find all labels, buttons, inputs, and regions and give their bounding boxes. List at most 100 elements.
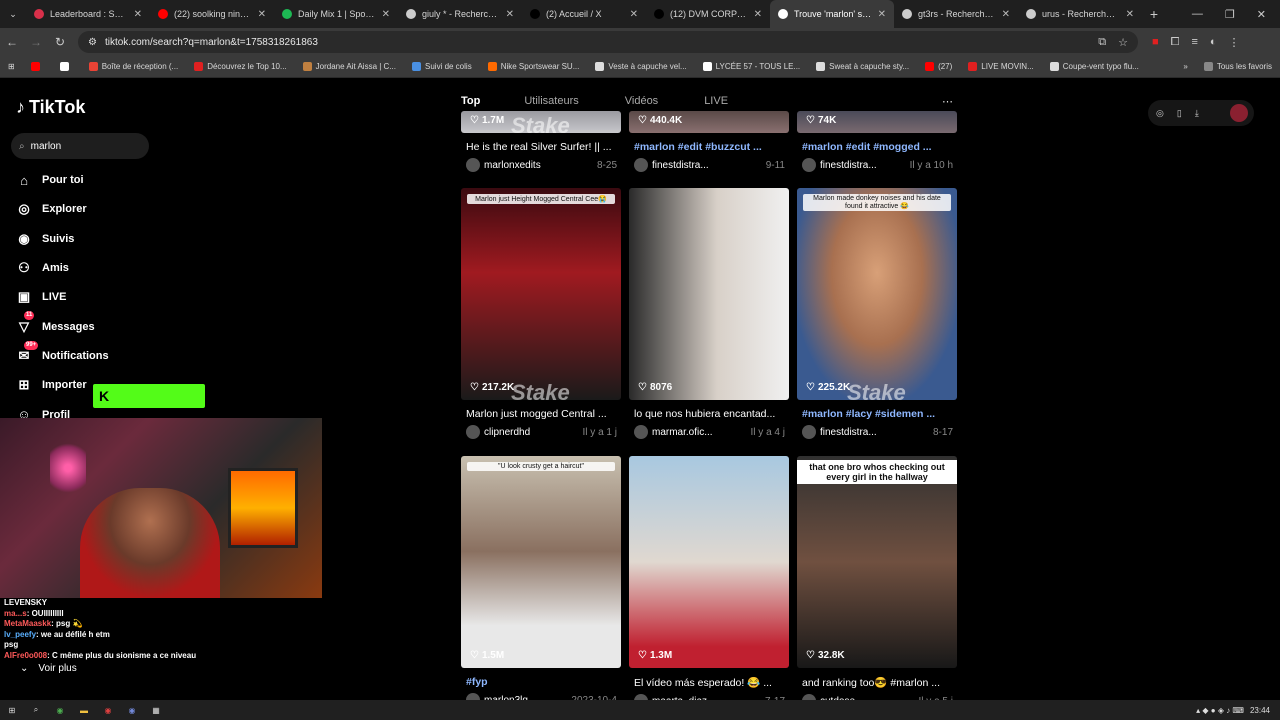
video-description[interactable]: #marlon #edit #buzzcut ... bbox=[629, 141, 789, 153]
taskbar-search-icon[interactable]: ⌕ bbox=[24, 705, 48, 715]
browser-tab[interactable]: (2) Accueil / X ✕ bbox=[522, 0, 646, 28]
video-thumbnail[interactable]: Stake ♡ 1.7M bbox=[461, 111, 621, 133]
minimize-icon[interactable]: — bbox=[1192, 8, 1203, 21]
tray-icons[interactable]: ▴ ◆ ● ◈ ♪ ⌨ bbox=[1196, 706, 1244, 715]
start-icon[interactable]: ⊞ bbox=[0, 706, 24, 715]
tab-close-icon[interactable]: ✕ bbox=[754, 9, 762, 20]
forward-icon[interactable]: → bbox=[24, 35, 48, 49]
browser-tab[interactable]: gt3rs - Recherche Go ✕ bbox=[894, 0, 1018, 28]
video-description[interactable]: El vídeo más esperado! 😂 ... bbox=[629, 676, 789, 689]
tab-close-icon[interactable]: ✕ bbox=[1002, 9, 1010, 20]
sidebar-item-notifications[interactable]: ✉ 99+ Notifications bbox=[16, 340, 109, 365]
bookmark-star-icon[interactable]: ☆ bbox=[1118, 36, 1128, 49]
tab-close-icon[interactable]: ✕ bbox=[1126, 9, 1134, 20]
extension-icon[interactable]: ■ bbox=[1152, 36, 1159, 49]
author-username[interactable]: finestdistra... bbox=[820, 427, 929, 438]
video-card[interactable]: ♡1.3MEl vídeo más esperado! 😂 ...maarta_… bbox=[629, 456, 789, 708]
sidebar-item-messages[interactable]: ▽ 11 Messages bbox=[16, 311, 109, 335]
video-card[interactable]: Marlon just Height Mogged Central Cee😭 St… bbox=[461, 188, 621, 439]
video-description[interactable]: #fyp bbox=[461, 676, 621, 688]
video-thumbnail[interactable]: ♡ 74K bbox=[797, 111, 957, 133]
author-avatar[interactable] bbox=[634, 158, 648, 172]
clock[interactable]: 23:44 bbox=[1250, 706, 1270, 715]
restore-icon[interactable]: ❐ bbox=[1225, 8, 1235, 21]
tab-close-icon[interactable]: ✕ bbox=[134, 9, 142, 20]
sidebar-item-pour-toi[interactable]: ⌂ Pour toi bbox=[16, 171, 109, 189]
video-card[interactable]: ♡ 8076 lo que nos hubiera encantad... marma… bbox=[629, 188, 789, 439]
video-description[interactable]: #marlon #lacy #sidemen ... bbox=[797, 408, 957, 420]
browser-tab[interactable]: Trouve 'marlon' sur T ✕ bbox=[770, 0, 894, 28]
video-description[interactable]: He is the real Silver Surfer! || ... bbox=[461, 141, 621, 153]
author-avatar[interactable] bbox=[802, 158, 816, 172]
browser-tab[interactable]: Leaderboard : Solary ✕ bbox=[26, 0, 150, 28]
bookmark-item[interactable]: Boîte de réception (... bbox=[81, 62, 187, 71]
author-username[interactable]: clipnerdhd bbox=[484, 427, 579, 438]
file-explorer-icon[interactable]: ▬ bbox=[72, 706, 96, 715]
bookmark-item[interactable]: Découvrez le Top 10... bbox=[186, 62, 294, 71]
video-card[interactable]: ♡ 74K #marlon #edit #mogged ... finestdistr… bbox=[797, 59, 957, 172]
back-icon[interactable]: ← bbox=[0, 35, 24, 49]
user-avatar[interactable] bbox=[1230, 104, 1248, 122]
install-app-icon[interactable]: ⧉ bbox=[1098, 36, 1106, 49]
obs-icon[interactable]: ▦ bbox=[144, 706, 168, 715]
author-avatar[interactable] bbox=[466, 158, 480, 172]
sidebar-item-suivis[interactable]: ◉ Suivis bbox=[16, 230, 109, 248]
author-username[interactable]: marmar.ofic... bbox=[652, 427, 747, 438]
author-username[interactable]: finestdistra... bbox=[652, 160, 762, 171]
video-thumbnail[interactable]: ♡ 440.4K bbox=[629, 111, 789, 133]
video-card[interactable]: that one bro whos checking out every gir… bbox=[797, 456, 957, 708]
discord-icon[interactable]: ◉ bbox=[120, 706, 144, 715]
profile-avatar-icon[interactable]: ◐ bbox=[1210, 36, 1217, 49]
video-thumbnail[interactable]: that one bro whos checking out every gir… bbox=[797, 456, 957, 668]
browser-tab[interactable]: Daily Mix 1 | Spotify P ✕ bbox=[274, 0, 398, 28]
coins-icon[interactable]: ◎ bbox=[1156, 108, 1164, 119]
author-username[interactable]: finestdistra... bbox=[820, 160, 906, 171]
video-card[interactable]: ♡ 440.4K #marlon #edit #buzzcut ... finestd… bbox=[629, 59, 789, 172]
bookmark-item[interactable]: Jordane Ait Aissa | C... bbox=[295, 62, 404, 71]
video-thumbnail[interactable]: "U look crusty get a haircut" ♡ 1.5M bbox=[461, 456, 621, 668]
sidebar-item-explorer[interactable]: ◎ Explorer bbox=[16, 200, 109, 218]
video-description[interactable]: and ranking too😎 #marlon ... bbox=[797, 676, 957, 689]
all-bookmarks-button[interactable]: Tous les favoris bbox=[1196, 62, 1280, 71]
tab-close-icon[interactable]: ✕ bbox=[506, 9, 514, 20]
video-thumbnail[interactable]: ♡ 8076 bbox=[629, 188, 789, 400]
tab-search-icon[interactable]: ⌄ bbox=[0, 9, 26, 20]
tiktok-logo[interactable]: ♪ TikTok bbox=[16, 97, 85, 118]
new-tab-button[interactable]: + bbox=[1142, 6, 1166, 22]
extensions-puzzle-icon[interactable]: ⧠ bbox=[1171, 36, 1180, 49]
device-icon[interactable]: ▯ bbox=[1177, 108, 1182, 119]
video-description[interactable]: #marlon #edit #mogged ... bbox=[797, 141, 957, 153]
tab-close-icon[interactable]: ✕ bbox=[258, 9, 266, 20]
sidebar-item-live[interactable]: ▣ LIVE bbox=[16, 288, 109, 306]
video-card[interactable]: "U look crusty get a haircut"♡1.5M#fypma… bbox=[461, 456, 621, 707]
bookmark-item[interactable]: LIVE MOVIN... bbox=[960, 62, 1041, 71]
bookmarks-overflow-icon[interactable]: » bbox=[1175, 62, 1195, 71]
video-card[interactable]: Stake ♡ 1.7M He is the real Silver Surfer! … bbox=[461, 59, 621, 172]
browser-tab[interactable]: giuly * - Recherche G ✕ bbox=[398, 0, 522, 28]
tab-close-icon[interactable]: ✕ bbox=[878, 9, 886, 20]
reload-icon[interactable]: ↻ bbox=[48, 35, 72, 49]
app-icon[interactable]: ◉ bbox=[96, 706, 120, 715]
author-avatar[interactable] bbox=[634, 425, 648, 439]
video-thumbnail[interactable]: ♡ 1.3M bbox=[629, 456, 789, 668]
apps-grid-icon[interactable]: ⊞ bbox=[0, 62, 23, 71]
browser-tab[interactable]: (22) soolking ninho - ✕ bbox=[150, 0, 274, 28]
browser-menu-icon[interactable]: ⋮ bbox=[1229, 36, 1240, 49]
video-description[interactable]: Marlon just mogged Central ... bbox=[461, 408, 621, 420]
browser-tab[interactable]: (12) DVM CORP sur X ✕ bbox=[646, 0, 770, 28]
tab-close-icon[interactable]: ✕ bbox=[382, 9, 390, 20]
browser-tab[interactable]: urus - Recherche Goo ✕ bbox=[1018, 0, 1142, 28]
author-avatar[interactable] bbox=[802, 425, 816, 439]
url-bar[interactable]: ⚙ tiktok.com/search?q=marlon&t=175831826… bbox=[78, 31, 1138, 53]
author-username[interactable]: marlonxedits bbox=[484, 160, 593, 171]
author-avatar[interactable] bbox=[466, 425, 480, 439]
sidebar-item-amis[interactable]: ⚇ Amis bbox=[16, 259, 109, 277]
chrome-icon[interactable]: ◉ bbox=[48, 706, 72, 715]
video-card[interactable]: Marlon made donkey noises and his date f… bbox=[797, 188, 957, 439]
bookmark-item[interactable] bbox=[52, 62, 81, 71]
bookmark-item[interactable] bbox=[23, 62, 52, 71]
download-icon[interactable]: ⤓ bbox=[1195, 108, 1199, 119]
video-thumbnail[interactable]: Marlon just Height Mogged Central Cee😭 St… bbox=[461, 188, 621, 400]
voir-plus-button[interactable]: ⌄ Voir plus bbox=[20, 663, 77, 674]
media-icon[interactable]: ≡ bbox=[1191, 36, 1197, 49]
